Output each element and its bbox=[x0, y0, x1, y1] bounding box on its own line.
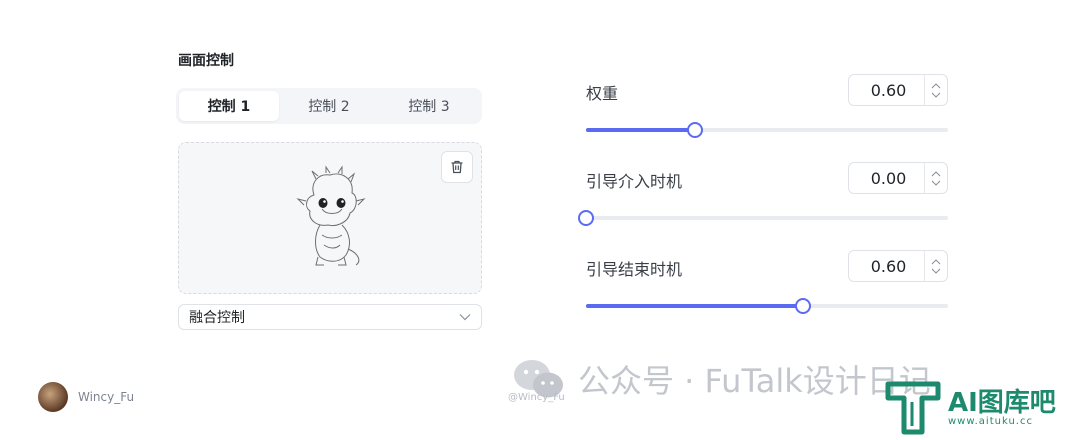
stepper bbox=[924, 75, 947, 105]
section-title: 画面控制 bbox=[178, 53, 234, 69]
param-guidance-start: 引导介入时机 0.00 bbox=[578, 158, 948, 246]
weight-slider[interactable] bbox=[586, 122, 948, 138]
control-tabs: 控制 1 控制 2 控制 3 bbox=[176, 88, 482, 124]
site-watermark: AI图库吧 www.aituku.cc bbox=[884, 380, 1056, 436]
watermark-text: 公众号 · FuTalk设计日记 bbox=[578, 362, 931, 400]
slider-track bbox=[586, 216, 948, 220]
increment-icon[interactable] bbox=[931, 82, 941, 89]
decrement-icon[interactable] bbox=[931, 268, 941, 274]
card: 画面控制 控制 1 控制 2 控制 3 融合控制 权重 0.60 引导介入时机 … bbox=[0, 0, 1080, 440]
param-label: 引导结束时机 bbox=[586, 260, 683, 279]
watermark-handle: @Wincy_Fu bbox=[508, 392, 565, 403]
slider-thumb[interactable] bbox=[795, 298, 812, 314]
guidance-start-number-input[interactable]: 0.00 bbox=[848, 162, 948, 194]
increment-icon[interactable] bbox=[931, 258, 941, 265]
guidance-end-number-input[interactable]: 0.60 bbox=[848, 250, 948, 282]
slider-thumb[interactable] bbox=[686, 122, 703, 138]
param-label: 引导介入时机 bbox=[586, 172, 683, 191]
decrement-icon[interactable] bbox=[931, 92, 941, 98]
author: Wincy_Fu bbox=[38, 382, 134, 412]
dragon-sketch-image bbox=[296, 165, 366, 266]
decrement-icon[interactable] bbox=[931, 180, 941, 186]
tab-control-1[interactable]: 控制 1 bbox=[179, 91, 279, 121]
trash-icon bbox=[451, 160, 463, 174]
stepper bbox=[924, 163, 947, 193]
author-name: Wincy_Fu bbox=[78, 390, 135, 404]
param-label: 权重 bbox=[586, 84, 619, 103]
param-guidance-end: 引导结束时机 0.60 bbox=[586, 246, 948, 334]
avatar bbox=[38, 382, 68, 412]
guidance-start-slider[interactable] bbox=[578, 210, 948, 226]
delete-image-button[interactable] bbox=[441, 151, 473, 183]
tab-control-2[interactable]: 控制 2 bbox=[279, 91, 379, 121]
guidance-end-slider[interactable] bbox=[586, 298, 948, 314]
watermark: 公众号 · FuTalk设计日记 bbox=[512, 356, 931, 402]
increment-icon[interactable] bbox=[931, 170, 941, 177]
chevron-down-icon bbox=[459, 314, 471, 321]
control-mode-select[interactable]: 融合控制 bbox=[178, 304, 482, 330]
param-weight: 权重 0.60 bbox=[586, 70, 948, 158]
slider-fill bbox=[586, 128, 695, 132]
guidance-end-value[interactable]: 0.60 bbox=[849, 257, 924, 276]
site-title: AI图库吧 bbox=[948, 387, 1056, 418]
image-upload-area[interactable] bbox=[178, 142, 482, 294]
control-mode-value: 融合控制 bbox=[189, 310, 245, 326]
stepper bbox=[924, 251, 947, 281]
slider-fill bbox=[586, 304, 804, 308]
slider-thumb[interactable] bbox=[578, 210, 594, 226]
weight-number-input[interactable]: 0.60 bbox=[848, 74, 948, 106]
guidance-start-value[interactable]: 0.00 bbox=[849, 169, 924, 188]
weight-value[interactable]: 0.60 bbox=[849, 81, 924, 100]
site-logo-icon bbox=[885, 381, 941, 435]
tab-control-3[interactable]: 控制 3 bbox=[379, 91, 479, 121]
